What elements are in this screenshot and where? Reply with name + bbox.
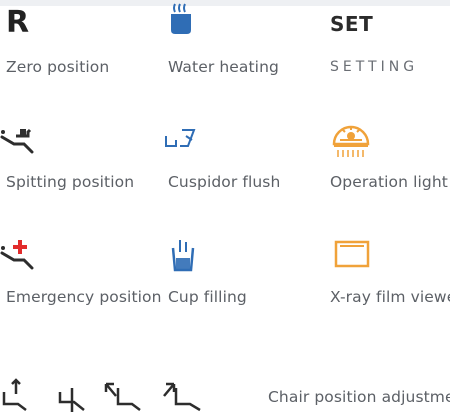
seat-up-icon[interactable] xyxy=(160,378,204,412)
emergency-position-label: Emergency position xyxy=(6,288,162,306)
zero-position-icon[interactable]: R xyxy=(6,8,29,38)
setting-label: SETTING xyxy=(330,59,419,75)
cup-filling-label: Cup filling xyxy=(168,288,247,306)
backrest-down-icon[interactable] xyxy=(104,378,144,412)
setting-icon[interactable]: SET xyxy=(330,14,373,34)
cuspidor-flush-label: Cuspidor flush xyxy=(168,173,281,191)
water-heating-icon[interactable] xyxy=(168,2,194,36)
spitting-position-label: Spitting position xyxy=(6,173,135,191)
xray-film-viewer-icon[interactable] xyxy=(334,240,370,268)
operation-light-label: Operation light xyxy=(330,173,448,191)
water-heating-label: Water heating xyxy=(168,58,279,76)
xray-film-viewer-label: X-ray film viewer xyxy=(330,288,450,306)
spitting-position-icon[interactable] xyxy=(0,126,36,156)
emergency-position-icon[interactable] xyxy=(0,238,36,272)
top-strip xyxy=(0,0,450,6)
operation-light-icon[interactable] xyxy=(328,122,374,160)
cup-filling-icon[interactable] xyxy=(170,238,196,272)
chair-position-adjustment-label: Chair position adjustment xyxy=(268,388,450,406)
backrest-up-icon[interactable] xyxy=(0,378,34,412)
cuspidor-flush-icon[interactable] xyxy=(164,126,200,152)
seat-down-icon[interactable] xyxy=(58,384,92,414)
zero-position-label: Zero position xyxy=(6,58,110,76)
